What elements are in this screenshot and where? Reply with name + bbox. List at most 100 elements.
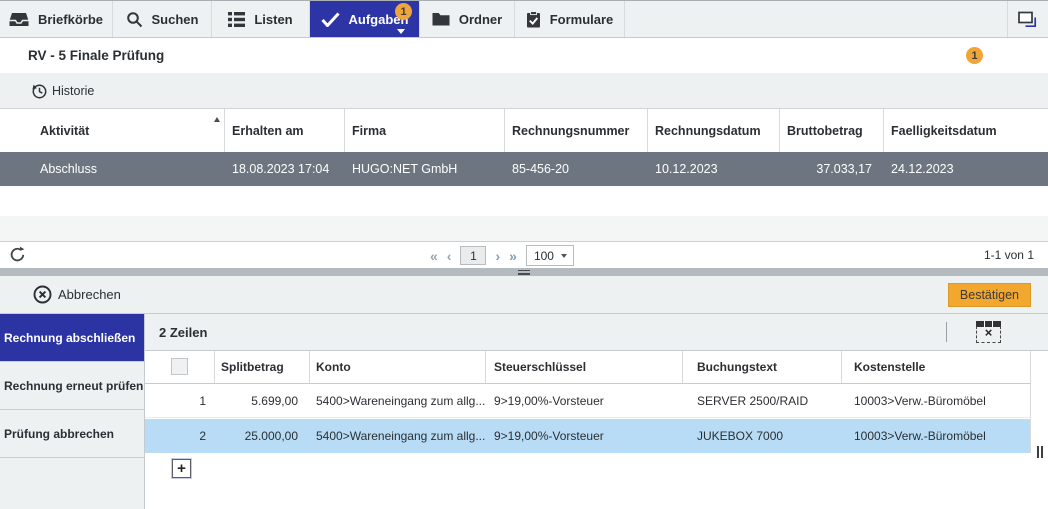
prev-page-button[interactable]: ‹ <box>447 249 452 263</box>
toolbar-separator <box>946 322 947 342</box>
toolbar-label: Suchen <box>151 11 199 27</box>
history-clock-icon <box>30 82 48 100</box>
splitter-grip[interactable] <box>518 269 530 275</box>
row-count-label: 2 Zeilen <box>159 324 208 340</box>
split-table-panel: 2 Zeilen × Splitbetrag Konto Steuerschlü… <box>145 314 1048 509</box>
resize-grip-icon[interactable] <box>1037 446 1043 458</box>
column-header-aktivitaet[interactable]: Aktivität <box>0 109 225 152</box>
empty-row-area <box>0 216 1048 241</box>
cell-steuerschluessel: 9>19,00%-Vorsteuer <box>494 429 604 443</box>
cell-rechnungsdatum: 10.12.2023 <box>655 162 718 176</box>
circle-x-icon <box>33 285 52 304</box>
cell-steuerschluessel: 9>19,00%-Vorsteuer <box>494 393 604 408</box>
check-icon <box>320 11 340 27</box>
split-row-1[interactable]: 1 5.699,00 5400>Wareneingang zum allg...… <box>145 384 1031 418</box>
page-title: RV - 5 Finale Prüfung <box>28 48 165 63</box>
horizontal-splitter <box>0 268 1048 276</box>
toolbar-item-ordner[interactable]: Ordner <box>420 1 515 37</box>
overlapping-windows-icon <box>1017 10 1039 29</box>
clipboard-icon <box>526 10 541 28</box>
cell-buchungstext: SERVER 2500/RAID <box>697 393 809 408</box>
cell-bruttobetrag: 37.033,17 <box>816 162 872 176</box>
toolbar-label: Formulare <box>549 11 614 27</box>
confirm-button[interactable]: Bestätigen <box>947 283 1031 307</box>
workflow-item-rechnung-erneut-pruefen[interactable]: Rechnung erneut prüfen <box>0 362 144 410</box>
cell-kostenstelle: 10003>Verw.-Büromöbel <box>854 429 986 443</box>
column-header-buchungstext[interactable]: Buchungstext <box>683 351 842 383</box>
page-size-select[interactable]: 100 <box>525 245 574 266</box>
main-toolbar: Briefkörbe Suchen Listen Aufgaben 1 Ordn… <box>0 1 1048 38</box>
page-number-input[interactable]: 1 <box>460 246 487 265</box>
result-range-label: 1-1 von 1 <box>983 248 1034 262</box>
column-header-erhalten-am[interactable]: Erhalten am <box>225 109 345 152</box>
task-table-row-selected[interactable]: Abschluss 18.08.2023 17:04 HUGO:NET GmbH… <box>0 152 1048 186</box>
workflow-item-pruefung-abbrechen[interactable]: Prüfung abbrechen <box>0 410 144 458</box>
cancel-label: Abbrechen <box>58 287 121 302</box>
workflow-menu: Rechnung abschließen Rechnung erneut prü… <box>0 314 145 509</box>
history-bar: Historie <box>0 73 1048 109</box>
column-header-firma[interactable]: Firma <box>345 109 505 152</box>
last-page-button[interactable]: » <box>509 249 517 263</box>
cell-rechnungsnummer: 85-456-20 <box>512 162 569 176</box>
cell-splitbetrag: 5.699,00 <box>251 393 298 408</box>
column-header-rechnungsnummer[interactable]: Rechnungsnummer <box>505 109 648 152</box>
cell-row-number: 2 <box>199 429 206 443</box>
toolbar-item-aufgaben[interactable]: Aufgaben 1 <box>310 1 420 37</box>
toolbar-label: Briefkörbe <box>37 11 104 27</box>
inbox-icon <box>9 12 29 27</box>
history-label: Historie <box>52 83 95 98</box>
toolbar-item-formulare[interactable]: Formulare <box>515 1 625 37</box>
cell-konto: 5400>Wareneingang zum allg... <box>316 429 486 443</box>
column-header-faelligkeitsdatum[interactable]: Faelligkeitsdatum <box>884 109 1048 152</box>
plus-icon: + <box>177 460 186 477</box>
workflow-action-bar: Abbrechen Bestätigen <box>0 276 1048 314</box>
split-table-header: Splitbetrag Konto Steuerschlüssel Buchun… <box>145 351 1031 384</box>
cell-aktivitaet: Abschluss <box>40 162 97 176</box>
split-table-toolbar: 2 Zeilen × <box>145 314 1048 351</box>
list-icon <box>228 11 246 27</box>
column-header-splitbetrag[interactable]: Splitbetrag <box>215 351 310 383</box>
pagination-bar: « ‹ 1 › » 100 1-1 von 1 <box>0 241 1048 268</box>
history-button[interactable]: Historie <box>30 82 94 100</box>
title-count-badge: 1 <box>966 47 983 64</box>
table-x-icon: × <box>984 325 993 340</box>
column-header-kostenstelle[interactable]: Kostenstelle <box>842 351 1030 383</box>
search-icon <box>126 11 143 28</box>
cancel-button[interactable]: Abbrechen <box>33 285 121 304</box>
task-table-header: Aktivität Erhalten am Firma Rechnungsnum… <box>0 109 1048 152</box>
next-page-button[interactable]: › <box>495 249 500 263</box>
cell-kostenstelle: 10003>Verw.-Büromöbel <box>854 393 986 408</box>
remove-table-layout-button[interactable]: × <box>975 321 1002 343</box>
cell-row-number: 1 <box>199 393 206 408</box>
toolbar-label: Ordner <box>458 11 503 27</box>
cell-buchungstext: JUKEBOX 7000 <box>697 429 784 443</box>
refresh-button[interactable] <box>9 246 27 264</box>
toolbar-spacer <box>625 1 1008 37</box>
pagination-controls: « ‹ 1 › » 100 <box>430 242 574 269</box>
column-header-rechnungsdatum[interactable]: Rechnungsdatum <box>648 109 780 152</box>
chevron-down-icon <box>397 29 405 34</box>
task-count-badge: 1 <box>395 3 412 20</box>
cell-erhalten-am: 18.08.2023 17:04 <box>232 162 330 176</box>
chevron-down-icon <box>560 254 567 258</box>
workflow-item-rechnung-abschliessen[interactable]: Rechnung abschließen <box>0 314 144 362</box>
toolbar-item-briefkoerbe[interactable]: Briefkörbe <box>0 1 113 37</box>
cell-faelligkeitsdatum: 24.12.2023 <box>891 162 954 176</box>
split-row-2-selected[interactable]: 2 25.000,00 5400>Wareneingang zum allg..… <box>145 419 1031 453</box>
add-row-button[interactable]: + <box>171 458 192 479</box>
app-window: Briefkörbe Suchen Listen Aufgaben 1 Ordn… <box>0 0 1048 509</box>
toolbar-item-listen[interactable]: Listen <box>212 1 310 37</box>
task-title-row: RV - 5 Finale Prüfung 1 <box>0 38 1048 73</box>
column-header-steuerschluessel[interactable]: Steuerschlüssel <box>486 351 683 383</box>
first-page-button[interactable]: « <box>430 249 438 263</box>
sort-asc-icon <box>214 117 220 122</box>
cell-firma: HUGO:NET GmbH <box>352 162 458 176</box>
toolbar-item-suchen[interactable]: Suchen <box>113 1 212 37</box>
refresh-icon <box>9 246 27 263</box>
select-all-column <box>145 351 215 383</box>
column-header-konto[interactable]: Konto <box>310 351 486 383</box>
select-all-checkbox[interactable] <box>171 358 188 375</box>
detach-window-button[interactable] <box>1008 1 1048 37</box>
folder-icon <box>432 12 450 26</box>
column-header-bruttobetrag[interactable]: Bruttobetrag <box>780 109 884 152</box>
